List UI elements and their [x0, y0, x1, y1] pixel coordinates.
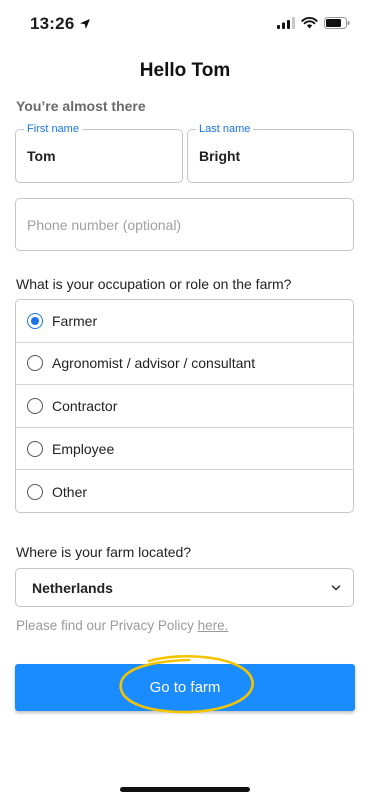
phone-number-placeholder: Phone number (optional)	[27, 216, 182, 233]
option-label: Agronomist / advisor / consultant	[52, 355, 256, 372]
last-name-field[interactable]: Last name Bright	[187, 122, 354, 183]
occupation-option-employee[interactable]: Employee	[16, 428, 353, 471]
radio-empty-icon	[27, 483, 43, 500]
occupation-option-other[interactable]: Other	[16, 470, 353, 512]
occupation-option-agronomist[interactable]: Agronomist / advisor / consultant	[16, 343, 353, 386]
status-bar: 13:26	[0, 0, 370, 50]
location-arrow-icon	[80, 19, 91, 29]
country-select-value: Netherlands	[32, 579, 113, 596]
occupation-option-contractor[interactable]: Contractor	[16, 385, 353, 428]
first-name-value: Tom	[27, 148, 56, 164]
page-title: Hello Tom	[139, 60, 231, 81]
privacy-notice: Please find our Privacy Policy here.	[16, 618, 228, 633]
radio-empty-icon	[27, 397, 43, 414]
go-to-farm-button[interactable]: Go to farm	[15, 664, 355, 711]
location-question: Where is your farm located?	[16, 544, 192, 560]
phone-number-field[interactable]: Phone number (optional)	[15, 198, 354, 251]
status-icons	[277, 17, 350, 29]
status-time: 13:26	[30, 14, 75, 33]
page-subtitle: You’re almost there	[16, 98, 146, 114]
option-label: Contractor	[52, 397, 118, 414]
last-name-value: Bright	[199, 148, 241, 164]
option-label: Farmer	[52, 312, 98, 329]
battery-icon	[324, 17, 350, 29]
radio-selected-icon	[27, 312, 43, 329]
option-label: Employee	[52, 440, 115, 457]
country-select[interactable]: Netherlands	[15, 568, 354, 607]
option-label: Other	[52, 483, 88, 500]
radio-empty-icon	[27, 440, 43, 457]
radio-empty-icon	[27, 355, 43, 372]
cellular-signal-icon	[277, 17, 295, 29]
last-name-label: Last name	[196, 122, 254, 136]
status-time-group: 13:26	[30, 14, 91, 34]
privacy-policy-link[interactable]: here.	[198, 618, 229, 633]
home-indicator	[120, 787, 250, 792]
occupation-radio-group: Farmer Agronomist / advisor / consultant…	[15, 299, 354, 513]
go-to-farm-label: Go to farm	[149, 679, 221, 696]
privacy-text: Please find our Privacy Policy	[16, 618, 194, 633]
occupation-question: What is your occupation or role on the f…	[16, 276, 292, 292]
first-name-label: First name	[24, 122, 82, 136]
first-name-field[interactable]: First name Tom	[15, 122, 183, 183]
occupation-option-farmer[interactable]: Farmer	[16, 300, 353, 343]
wifi-icon	[301, 17, 318, 29]
chevron-down-icon	[331, 584, 341, 590]
